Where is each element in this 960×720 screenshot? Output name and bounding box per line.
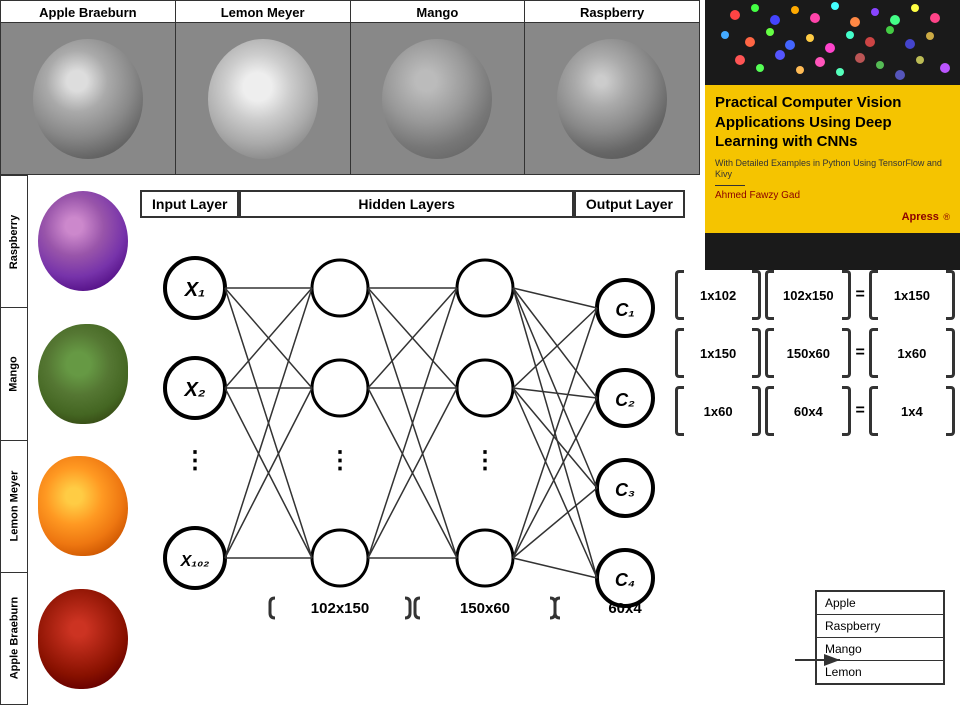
raspberry-photo: [28, 175, 138, 308]
nn-layer-labels: Input Layer Hidden Layers Output Layer: [135, 190, 690, 223]
lemon-label: Lemon Meyer: [176, 1, 350, 23]
svg-text:⋮: ⋮: [328, 447, 352, 474]
book-subtitle: With Detailed Examples in Python Using T…: [715, 158, 950, 181]
apple-braeburn-photo: [28, 573, 138, 706]
matrix-row-1: 1x102 102x150 = 1x150: [675, 270, 955, 320]
matrix-row-3: 1x60 60x4 = 1x4: [675, 386, 955, 436]
lemon-image: [176, 23, 350, 174]
svg-text:C₄: C₄: [615, 570, 635, 590]
left-label-mango: Mango: [1, 308, 27, 440]
fruit-cell-apple: Apple Braeburn: [1, 1, 176, 174]
svg-text:C₂: C₂: [615, 390, 635, 410]
svg-text:C₃: C₃: [615, 480, 635, 500]
mango-rotated-label: Mango: [8, 356, 20, 391]
left-label-lemon: Lemon Meyer: [1, 441, 27, 573]
svg-text:102x150: 102x150: [311, 600, 369, 617]
left-label-raspberry: Raspberry: [1, 176, 27, 308]
svg-text:150x60: 150x60: [460, 600, 510, 617]
left-fruit-labels: Raspberry Mango Lemon Meyer Apple Braebu…: [0, 175, 28, 705]
matrix-2b: 150x60: [778, 346, 838, 361]
input-layer-label: Input Layer: [140, 190, 239, 218]
svg-text:C₁: C₁: [615, 300, 634, 320]
apple-label: Apple Braeburn: [1, 1, 175, 23]
raspberry-rotated-label: Raspberry: [8, 214, 20, 268]
svg-text:X₁₀₂: X₁₀₂: [180, 553, 210, 570]
hidden-layer-label: Hidden Layers: [239, 190, 573, 218]
book-title: Practical Computer Vision Applications U…: [715, 93, 950, 152]
fruit-cell-raspberry: Raspberry: [525, 1, 699, 174]
raspberry-image: [525, 23, 699, 174]
lemon-rotated-label: Lemon Meyer: [8, 471, 20, 542]
matrix-2a: 1x150: [688, 346, 748, 361]
svg-text:X₂: X₂: [184, 379, 206, 401]
top-fruit-images: Apple Braeburn Lemon Meyer Mango Raspber…: [0, 0, 700, 175]
matrix-3a: 1x60: [688, 404, 748, 419]
mango-image: [351, 23, 525, 174]
book-cover: Practical Computer Vision Applications U…: [705, 0, 960, 270]
book-dots: [705, 0, 960, 85]
matrix-1a: 1x102: [688, 288, 748, 303]
matrix-row-2: 1x150 150x60 = 1x60: [675, 328, 955, 378]
output-raspberry: Raspberry: [817, 615, 943, 638]
eq-2: =: [855, 344, 864, 362]
matrix-2c: 1x60: [882, 346, 942, 361]
lemon-photo: [28, 440, 138, 573]
eq-3: =: [855, 402, 864, 420]
matrix-equations: 1x102 102x150 = 1x150 1x150 150x60 = 1x6…: [675, 270, 955, 436]
matrix-1c: 1x150: [882, 288, 942, 303]
neural-network-diagram: Input Layer Hidden Layers Output Layer X…: [135, 190, 690, 680]
svg-text:⋮: ⋮: [183, 447, 207, 474]
matrix-3b: 60x4: [778, 404, 838, 419]
output-layer-label: Output Layer: [574, 190, 685, 218]
svg-text:⋮: ⋮: [473, 447, 497, 474]
mango-label: Mango: [351, 1, 525, 23]
left-label-apple: Apple Braeburn: [1, 573, 27, 704]
svg-text:X₁: X₁: [184, 279, 205, 301]
nn-svg: X₁ X₂ ⋮ X₁₀₂ ⋮ ⋮ C₁ C₂ C₃ C₄: [135, 228, 690, 648]
apple-rotated-label: Apple Braeburn: [8, 597, 20, 680]
publisher-label: Apress: [902, 211, 939, 223]
fruit-cell-mango: Mango: [351, 1, 526, 174]
matrix-3c: 1x4: [882, 404, 942, 419]
eq-1: =: [855, 286, 864, 304]
svg-text:60x4: 60x4: [608, 600, 642, 617]
book-title-area: Practical Computer Vision Applications U…: [705, 85, 960, 233]
output-apple: Apple: [817, 592, 943, 615]
raspberry-label: Raspberry: [525, 1, 699, 23]
fruit-photos: [28, 175, 138, 705]
arrow-to-labels: [790, 640, 850, 680]
fruit-cell-lemon: Lemon Meyer: [176, 1, 351, 174]
book-author: Ahmed Fawzy Gad: [715, 190, 950, 201]
apple-image: [1, 23, 175, 174]
matrix-1b: 102x150: [778, 288, 838, 303]
mango-photo: [28, 308, 138, 441]
